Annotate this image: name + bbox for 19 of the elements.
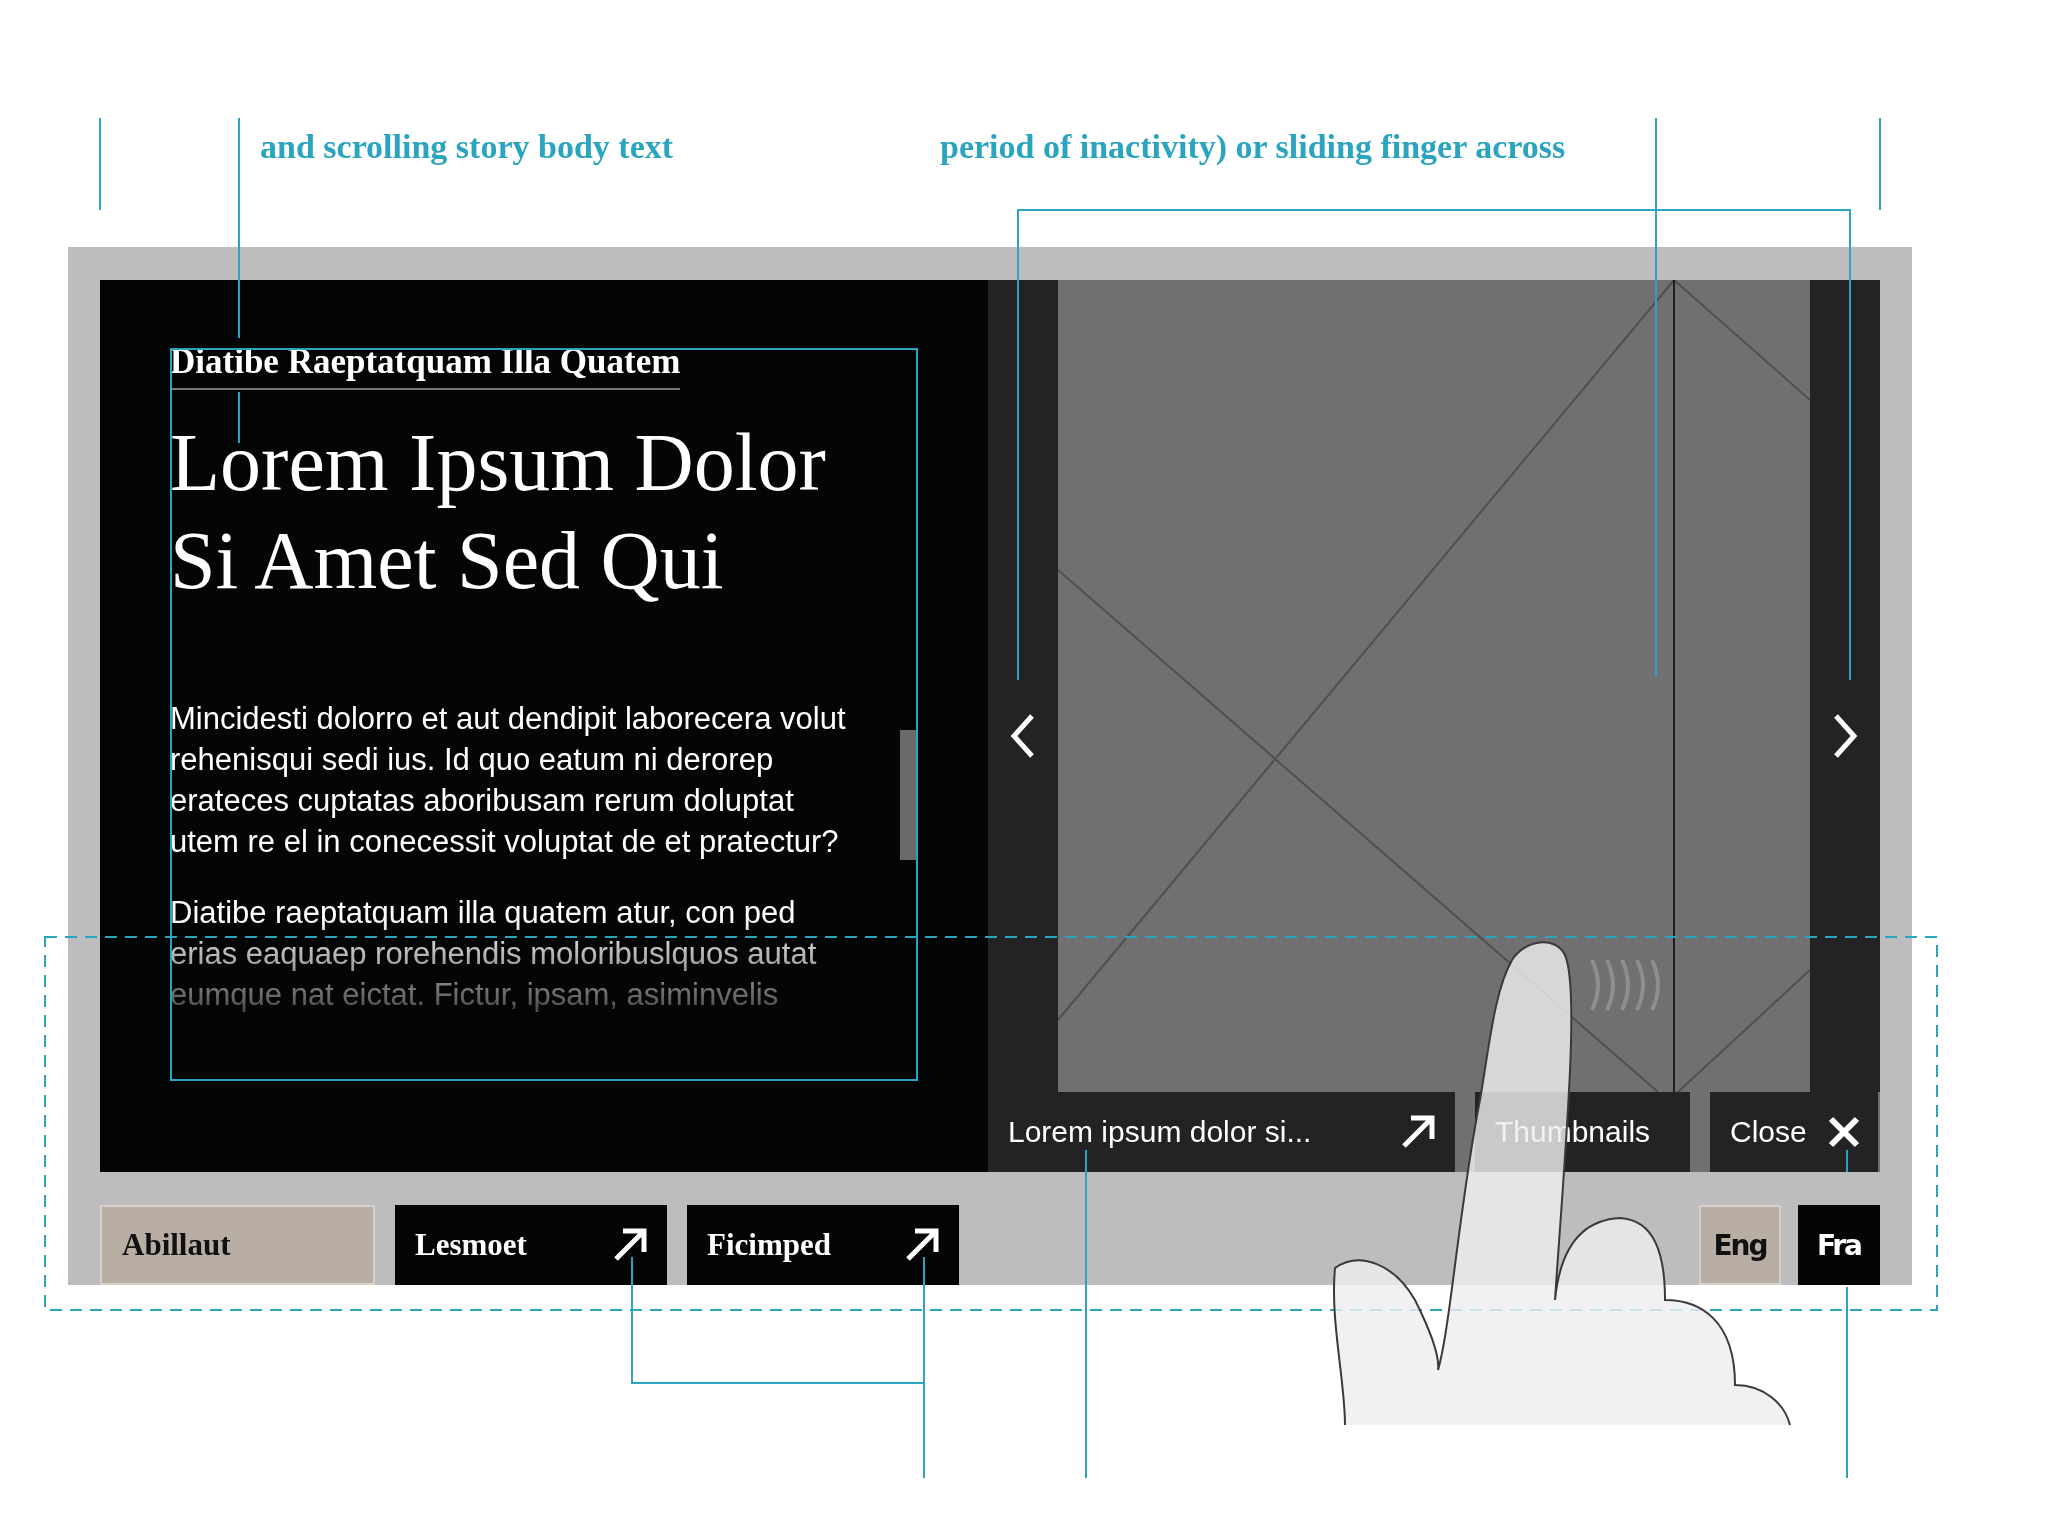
body-paragraph: Diatibe raeptatquam illa quatem atur, con ped erias eaquaep rorehendis moloribuslquos autat eumque nat eictat. Fictur, ipsam, asiminvelis <box>170 894 818 1014</box>
chevron-right-icon <box>1832 713 1858 759</box>
close-icon <box>1828 1116 1860 1148</box>
story-headline: Lorem Ipsum Dolor Si Amet Sed Qui <box>170 416 827 608</box>
chevron-left-icon <box>1010 713 1036 759</box>
scrollbar[interactable] <box>900 730 916 860</box>
body-paragraph: Mincidesti dolorro et aut dendipit laborecera volut rehenisqui sedi ius. Id quo eatum ni derorep erateces cuptatas aboribusam rerum doluptat utem re el in conecessit voluptat de et pratectur? <box>170 700 847 861</box>
annotation-note: period of inactivity) or sliding finger across <box>940 128 1566 167</box>
language-button[interactable]: Fra <box>1798 1205 1880 1285</box>
language-button[interactable]: Eng <box>1699 1205 1781 1285</box>
annotation-note: and scrolling story body text <box>260 128 675 167</box>
section-tab[interactable]: Abillaut <box>100 1205 375 1285</box>
section-tab[interactable]: Lesmoet <box>395 1205 667 1285</box>
previous-button[interactable] <box>988 280 1058 1092</box>
close-button[interactable]: Close <box>1710 1092 1878 1172</box>
caption-button[interactable]: Lorem ipsum dolor si... <box>988 1092 1455 1172</box>
swipe-marks-icon <box>1590 959 1660 1011</box>
section-tab[interactable]: Ficimped <box>687 1205 959 1285</box>
next-button[interactable] <box>1810 280 1880 1092</box>
